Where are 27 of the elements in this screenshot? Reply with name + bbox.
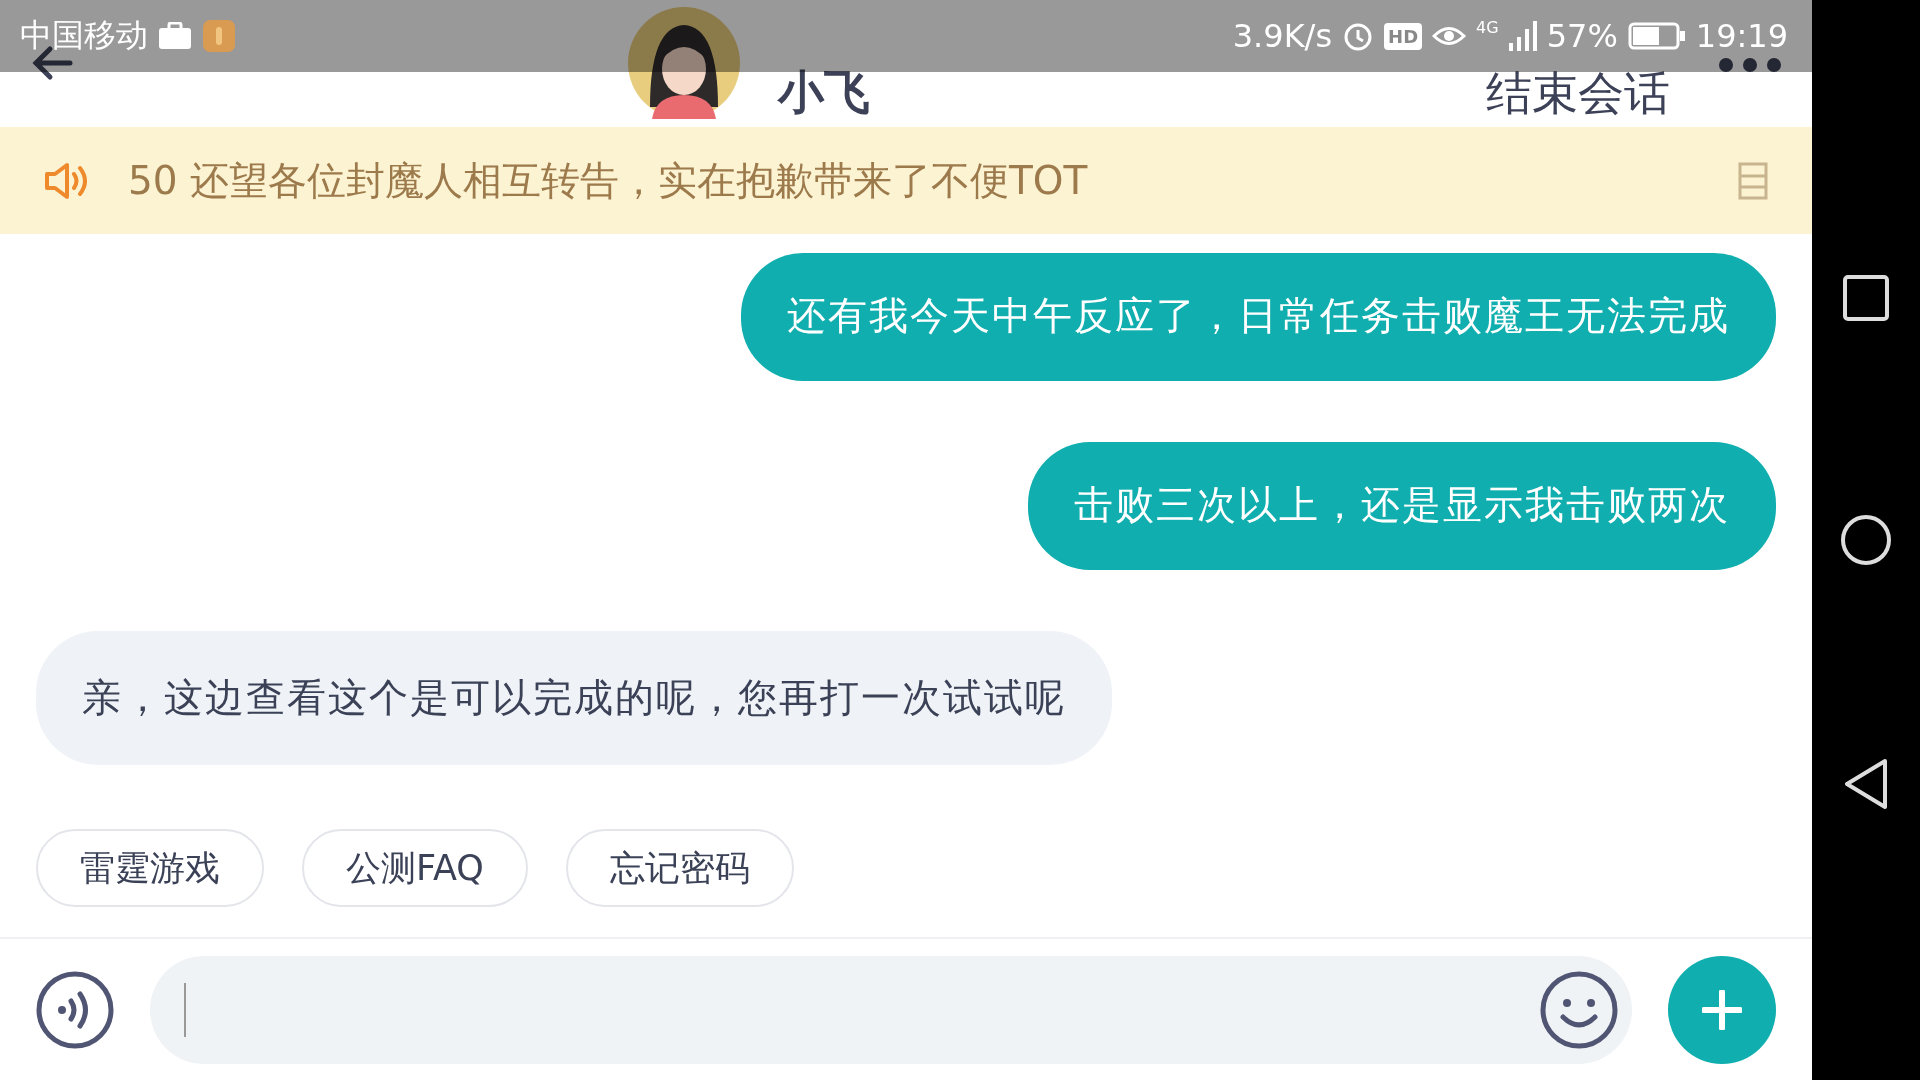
back-nav-icon[interactable] [1843, 758, 1889, 810]
briefcase-icon [158, 22, 192, 50]
more-icon[interactable] [1718, 57, 1782, 74]
quick-reply-chip[interactable]: 公测FAQ [302, 829, 528, 908]
speaker-icon [44, 161, 88, 200]
home-icon[interactable] [1840, 513, 1892, 566]
contact-name: 小飞 [778, 69, 870, 116]
battery-icon [1627, 22, 1686, 50]
app-icon [202, 19, 236, 53]
emoji-icon[interactable] [1540, 970, 1618, 1049]
sent-message: 击败三次以上，还是显示我击败两次 [1028, 442, 1776, 571]
voice-icon[interactable] [36, 970, 114, 1049]
sent-message: 还有我今天中午反应了，日常任务击败魔王无法完成 [741, 253, 1776, 382]
network-type: 4G [1476, 18, 1499, 37]
signal-icon [1508, 21, 1537, 51]
end-chat-button[interactable]: 结束会话 [1486, 70, 1670, 117]
recents-icon[interactable] [1843, 275, 1889, 321]
quick-reply-chip[interactable]: 雷霆游戏 [36, 829, 264, 908]
network-speed: 3.9K/s [1232, 17, 1333, 55]
quick-reply-chip[interactable]: 忘记密码 [565, 829, 794, 908]
carrier: 中国移动 [20, 15, 148, 56]
battery-percent: 57% [1546, 17, 1618, 55]
notice-text: 50 还望各位封魔人相互转告，实在抱歉带来了不便TOT [128, 156, 1089, 205]
clock: 19:19 [1695, 17, 1788, 55]
plus-icon [1702, 989, 1742, 1030]
received-message: 亲，这边查看这个是可以完成的呢，您再打一次试试呢 [36, 631, 1112, 766]
hd-badge: HD [1384, 22, 1423, 50]
